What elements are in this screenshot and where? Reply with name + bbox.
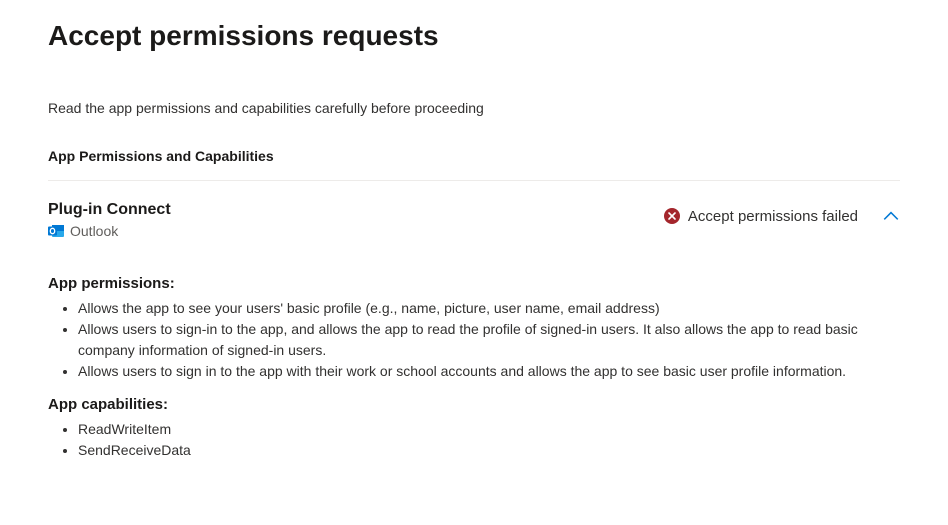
- capabilities-section: App capabilities: ReadWriteItem SendRece…: [48, 396, 900, 461]
- capabilities-heading: App capabilities:: [48, 396, 900, 413]
- permissions-heading: App permissions:: [48, 275, 900, 292]
- error-icon: [664, 208, 680, 224]
- status-badge: Accept permissions failed: [664, 208, 858, 225]
- intro-text: Read the app permissions and capabilitie…: [48, 100, 900, 116]
- plugin-status-area: Accept permissions failed: [664, 201, 900, 225]
- plugin-info: Plug-in Connect Outlook: [48, 201, 171, 239]
- plugin-product-label: Outlook: [70, 223, 118, 239]
- permissions-list: Allows the app to see your users' basic …: [48, 298, 900, 382]
- plugin-name: Plug-in Connect: [48, 201, 171, 219]
- section-divider: [48, 180, 900, 181]
- plugin-product: Outlook: [48, 223, 171, 239]
- list-item: SendReceiveData: [78, 440, 900, 461]
- page-title: Accept permissions requests: [48, 20, 900, 52]
- status-text: Accept permissions failed: [688, 208, 858, 225]
- plugin-header: Plug-in Connect Outlook Accept permis: [48, 201, 900, 239]
- list-item: Allows the app to see your users' basic …: [78, 298, 900, 319]
- outlook-icon: [48, 223, 64, 239]
- list-item: ReadWriteItem: [78, 419, 900, 440]
- list-item: Allows users to sign in to the app with …: [78, 361, 900, 382]
- list-item: Allows users to sign-in to the app, and …: [78, 319, 900, 361]
- permissions-section: App permissions: Allows the app to see y…: [48, 275, 900, 382]
- capabilities-list: ReadWriteItem SendReceiveData: [48, 419, 900, 461]
- section-heading: App Permissions and Capabilities: [48, 148, 900, 164]
- chevron-up-icon[interactable]: [882, 207, 900, 225]
